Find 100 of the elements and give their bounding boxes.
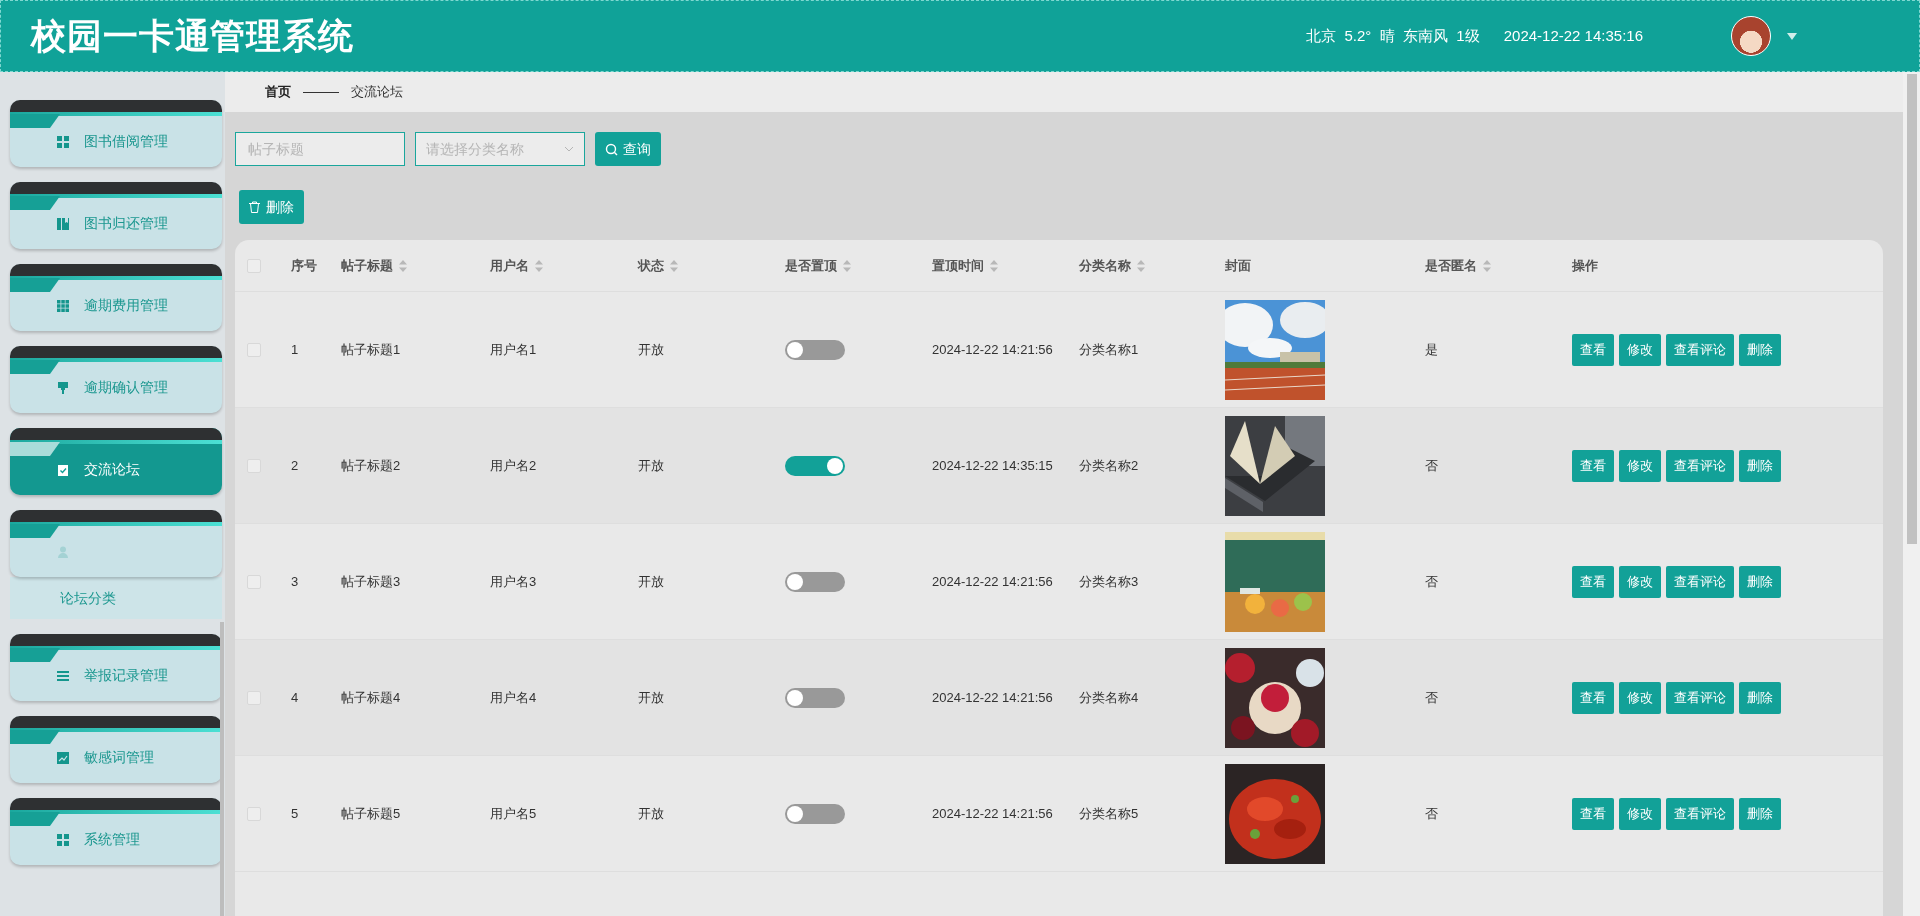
breadcrumb-link[interactable]: 首页	[265, 82, 291, 102]
card-tab	[10, 278, 60, 292]
action-button[interactable]: 删除	[1739, 333, 1781, 366]
grid-icon	[56, 832, 70, 847]
action-button[interactable]: 删除	[1739, 449, 1781, 482]
list-icon	[56, 668, 70, 683]
action-button[interactable]: 修改	[1619, 681, 1661, 714]
avatar[interactable]	[1731, 16, 1771, 56]
table-cell-text: 帖子标题5	[341, 804, 402, 823]
card-tab	[10, 196, 60, 210]
table-cell-text: 否	[1425, 804, 1439, 823]
column-header[interactable]: 分类名称	[1079, 255, 1145, 276]
action-button[interactable]: 查看	[1572, 681, 1614, 714]
trash-icon	[249, 201, 260, 213]
menu-item[interactable]: 逾期确认管理	[10, 346, 222, 413]
column-header[interactable]: 封面	[1225, 255, 1251, 276]
action-button[interactable]: 查看	[1572, 449, 1614, 482]
sort-icon[interactable]	[1137, 259, 1145, 272]
action-button[interactable]: 修改	[1619, 797, 1661, 830]
table-cell-text: 2024-12-22 14:21:56	[932, 688, 1054, 707]
book-icon	[56, 216, 70, 231]
action-button[interactable]: 查看评论	[1666, 797, 1734, 830]
column-header[interactable]: 置顶时间	[932, 255, 998, 276]
action-button[interactable]: 删除	[1739, 797, 1781, 830]
column-header[interactable]: 操作	[1572, 255, 1598, 276]
menu-item[interactable]: 交流论坛	[10, 428, 222, 495]
user-icon	[56, 544, 70, 559]
table-cell-text: 否	[1425, 688, 1439, 707]
submenu-item[interactable]: 论坛分类	[10, 577, 222, 619]
column-header[interactable]: 状态	[638, 255, 678, 276]
action-button[interactable]: 查看评论	[1666, 565, 1734, 598]
action-button[interactable]: 查看	[1572, 565, 1614, 598]
datetime-text: 2024-12-22 14:35:16	[1503, 25, 1643, 46]
table-cell-text: 分类名称3	[1079, 572, 1140, 591]
column-header[interactable]: 帖子标题	[341, 255, 407, 276]
action-button[interactable]: 删除	[1739, 565, 1781, 598]
menu-label: 逾期费用管理	[84, 296, 168, 315]
table-cell-text: 开放	[638, 456, 665, 475]
clipboard-icon	[56, 462, 70, 477]
table-cell-text: 2024-12-22 14:21:56	[932, 572, 1054, 591]
table-cell-text: 否	[1425, 572, 1439, 591]
table-cell-text: 帖子标题1	[341, 340, 402, 359]
table-cell-text: 用户名4	[490, 688, 538, 707]
table-cell-text: 帖子标题2	[341, 456, 402, 475]
menu-item[interactable]: 逾期费用管理	[10, 264, 222, 331]
menu-item[interactable]: 图书归还管理	[10, 182, 222, 249]
caret-icon[interactable]	[1787, 32, 1797, 40]
toggle-switch[interactable]	[785, 339, 845, 360]
sort-icon[interactable]	[1483, 259, 1491, 272]
menu-item[interactable]: 图书借阅管理	[10, 100, 222, 167]
action-button[interactable]: 查看评论	[1666, 449, 1734, 482]
sort-icon[interactable]	[843, 259, 851, 272]
action-button[interactable]: 修改	[1619, 449, 1661, 482]
table-cell-text: 开放	[638, 688, 665, 707]
table-cell-text: 用户名1	[490, 340, 538, 359]
scrollbar[interactable]	[1903, 72, 1920, 916]
menu-item[interactable]: 系统管理	[10, 798, 222, 865]
table-cell-text: 分类名称2	[1079, 456, 1140, 475]
card-tab	[10, 812, 60, 826]
toggle-switch[interactable]	[785, 571, 845, 592]
toggle-switch[interactable]	[785, 455, 845, 476]
table-cell-text: 帖子标题3	[341, 572, 402, 591]
card-tab	[10, 442, 60, 456]
table-cell-text: 1	[291, 340, 300, 359]
delete-button[interactable]: 删除	[239, 190, 304, 224]
menu-item[interactable]	[10, 510, 222, 577]
action-button[interactable]: 修改	[1619, 333, 1661, 366]
card-tab	[10, 648, 60, 662]
sort-icon[interactable]	[399, 259, 407, 272]
sort-icon[interactable]	[535, 259, 543, 272]
menu-item[interactable]: 敏感词管理	[10, 716, 222, 783]
toggle-switch[interactable]	[785, 803, 845, 824]
action-button[interactable]: 查看评论	[1666, 681, 1734, 714]
menu-item[interactable]: 举报记录管理	[10, 634, 222, 701]
column-header[interactable]: 序号	[291, 255, 317, 276]
table-cell-text: 否	[1425, 456, 1439, 475]
menu-label: 图书归还管理	[84, 214, 168, 233]
search-icon	[605, 142, 618, 156]
action-button[interactable]: 查看评论	[1666, 333, 1734, 366]
toggle-switch[interactable]	[785, 687, 845, 708]
action-button[interactable]: 修改	[1619, 565, 1661, 598]
action-button[interactable]: 查看	[1572, 333, 1614, 366]
card-tab	[10, 524, 60, 538]
column-header[interactable]: 是否匿名	[1425, 255, 1491, 276]
table-cell-text: 是	[1425, 340, 1439, 359]
column-header[interactable]: 是否置顶	[785, 255, 851, 276]
sort-icon[interactable]	[670, 259, 678, 272]
action-button[interactable]: 删除	[1739, 681, 1781, 714]
sort-icon[interactable]	[990, 259, 998, 272]
search-button[interactable]: 查询	[595, 132, 661, 166]
table-cell-text: 用户名3	[490, 572, 538, 591]
action-button[interactable]: 查看	[1572, 797, 1614, 830]
table-cell-text: 3	[291, 572, 300, 591]
chart-icon	[56, 750, 70, 765]
table-cell-text: 2024-12-22 14:21:56	[932, 340, 1054, 359]
column-header[interactable]: 用户名	[490, 255, 543, 276]
menu-label: 举报记录管理	[84, 666, 168, 685]
table-cell-text: 2024-12-22 14:35:15	[932, 456, 1054, 475]
table-cell-text: 5	[291, 804, 300, 823]
breadcrumb-link[interactable]: 交流论坛	[351, 82, 403, 102]
